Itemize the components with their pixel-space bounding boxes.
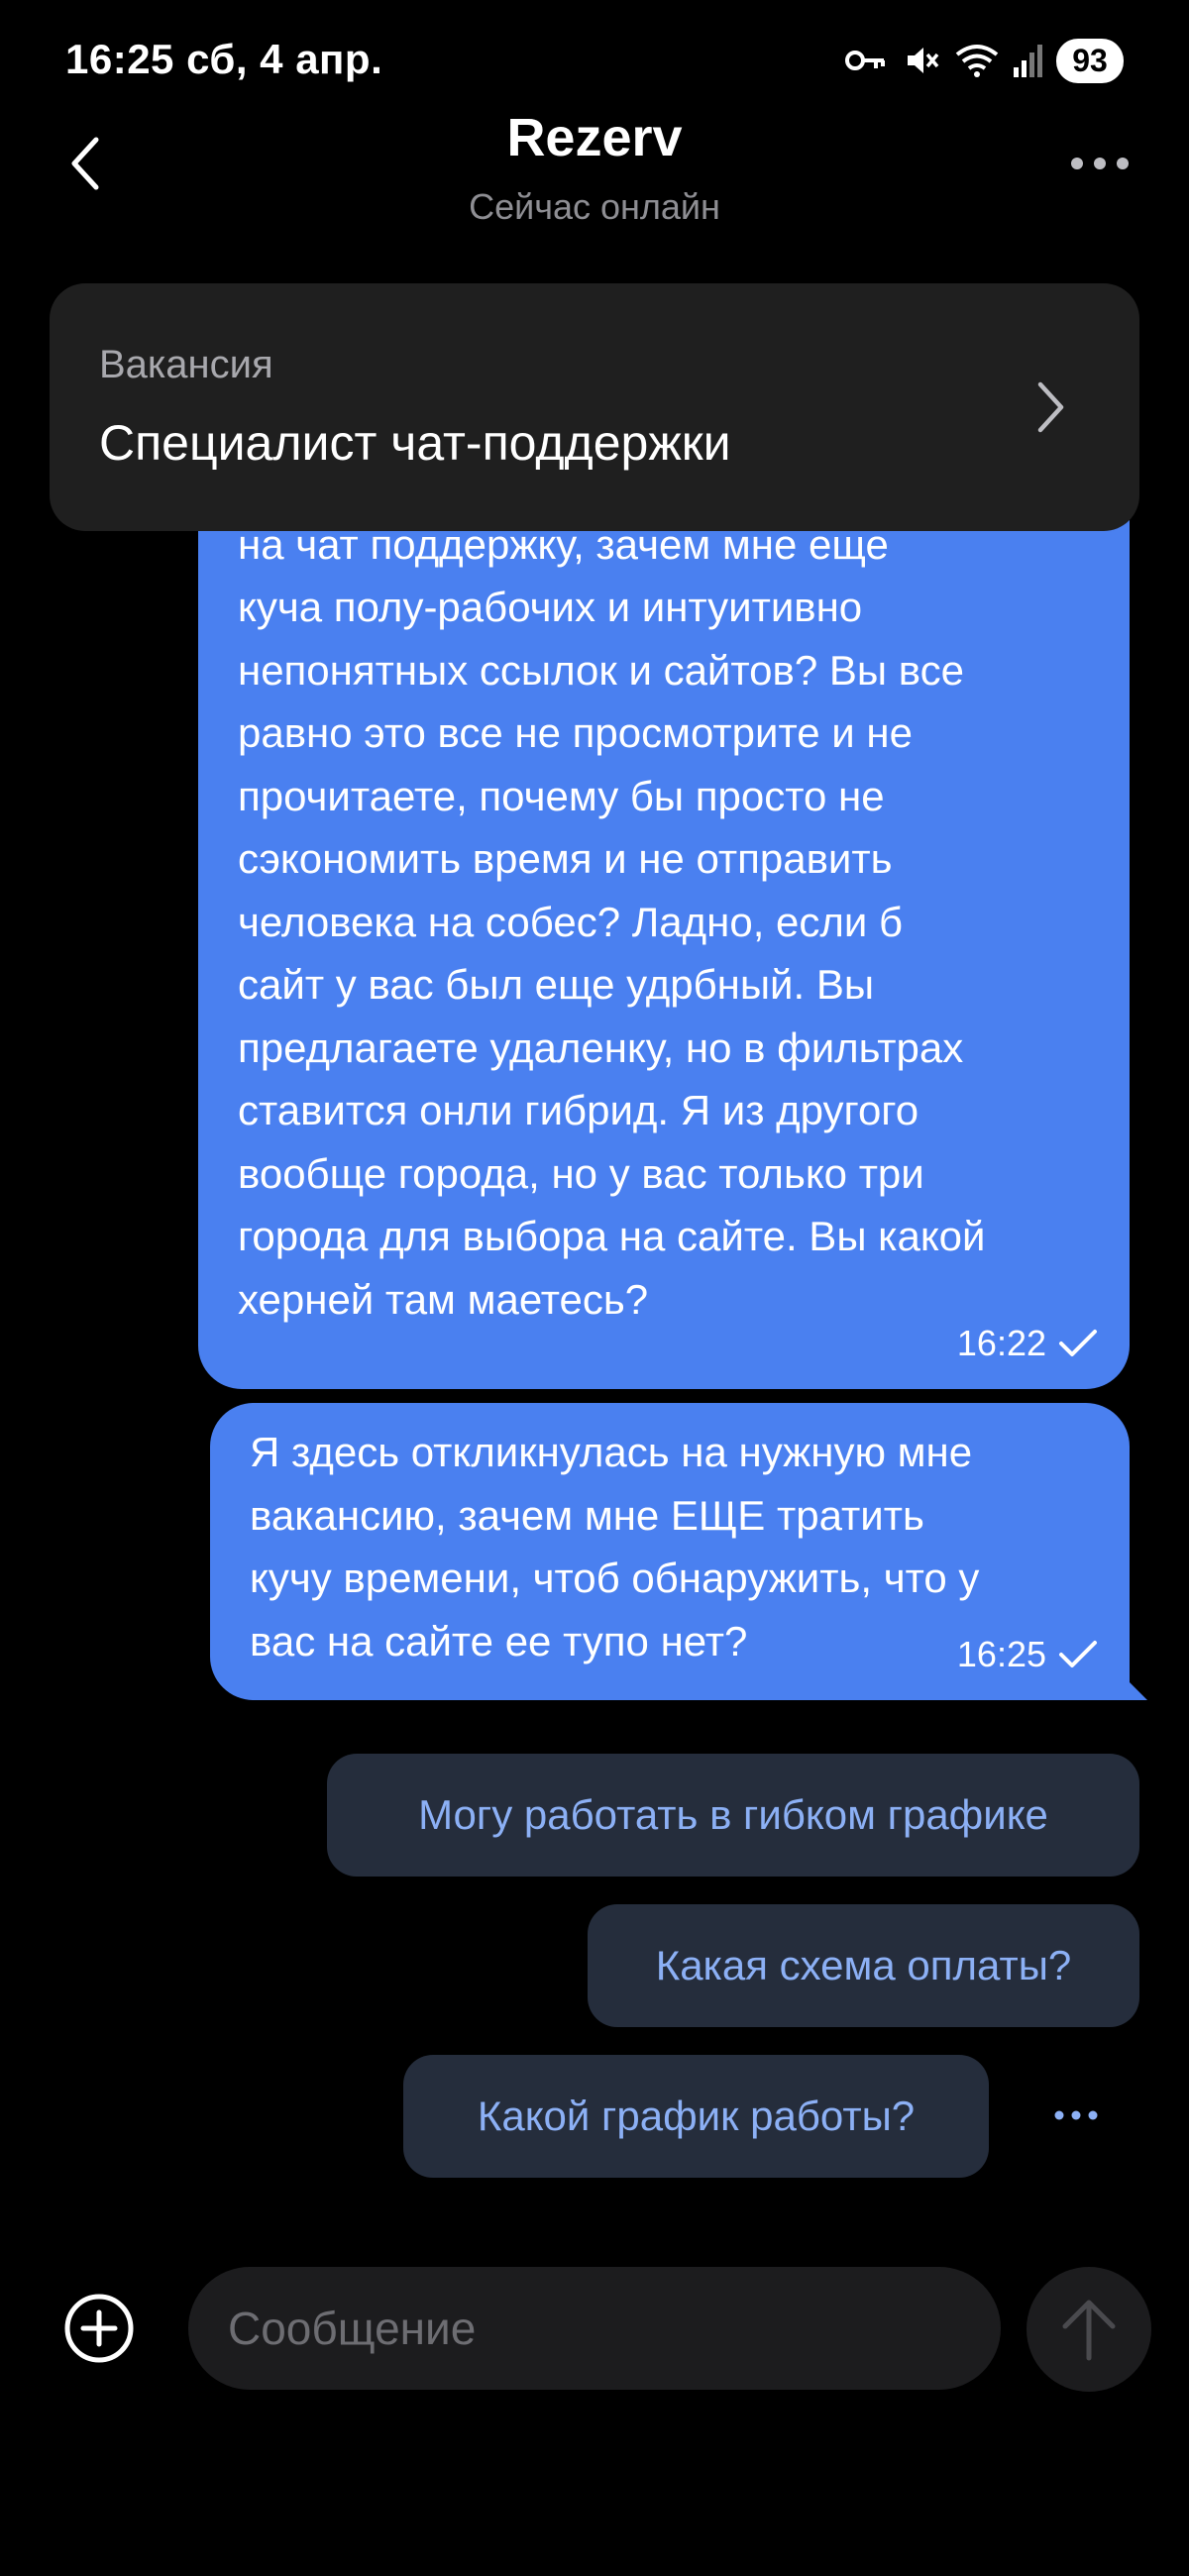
- more-horizontal-icon: [1071, 158, 1129, 169]
- message-time: 16:22: [956, 1323, 1046, 1363]
- message-text: Непрофильное это все. Я откликнулась на …: [238, 482, 1007, 1323]
- mute-icon: [902, 41, 941, 80]
- vacancy-label: Вакансия: [99, 343, 273, 386]
- chat-status: Сейчас онлайн: [469, 186, 720, 227]
- more-button[interactable]: [1060, 129, 1139, 198]
- message-input[interactable]: [188, 2267, 1001, 2390]
- status-time: 16:25 сб, 4 апр.: [65, 36, 383, 82]
- chevron-right-icon: [1037, 381, 1064, 433]
- vacancy-title: Специалист чат-поддержки: [99, 415, 731, 471]
- message-bubble[interactable]: Непрофильное это все. Я откликнулась на …: [198, 482, 1130, 1389]
- bubble-tail: [1118, 1670, 1147, 1700]
- messages-list[interactable]: Непрофильное это все. Я откликнулась на …: [0, 482, 1189, 1720]
- chat-title[interactable]: Rezerv: [0, 107, 1189, 168]
- quick-reply-flexible-schedule[interactable]: Могу работать в гибком графике: [327, 1754, 1139, 1877]
- more-horizontal-icon: [1054, 2110, 1098, 2120]
- key-icon: [844, 47, 888, 74]
- message-meta: 16:25: [957, 1635, 1098, 1674]
- message-composer: [0, 2249, 1189, 2408]
- battery-icon: 93: [1056, 38, 1124, 83]
- quick-reply-payment-scheme[interactable]: Какая схема оплаты?: [588, 1904, 1139, 2027]
- status-icons: 93: [844, 36, 1124, 85]
- quick-reply-work-schedule[interactable]: Какой график работы?: [403, 2055, 989, 2178]
- send-button[interactable]: [1027, 2267, 1151, 2392]
- attach-button[interactable]: [59, 2289, 139, 2368]
- quick-replies-more-button[interactable]: [1036, 2081, 1116, 2150]
- signal-icon: [1013, 44, 1042, 77]
- message-time: 16:25: [956, 1634, 1046, 1674]
- check-icon: [1059, 1641, 1097, 1667]
- chat-header: Rezerv Сейчас онлайн: [0, 99, 1189, 238]
- check-icon: [1059, 1330, 1097, 1356]
- vacancy-open-button[interactable]: [1021, 373, 1080, 442]
- arrow-up-icon: [1062, 2300, 1116, 2361]
- message-meta: 16:22: [957, 1324, 1098, 1363]
- wifi-icon: [955, 43, 999, 78]
- vacancy-card[interactable]: Вакансия Специалист чат-поддержки: [50, 283, 1139, 531]
- message-bubble[interactable]: Я здесь откликнулась на нужную мне вакан…: [210, 1403, 1147, 1700]
- plus-circle-icon: [64, 2294, 134, 2363]
